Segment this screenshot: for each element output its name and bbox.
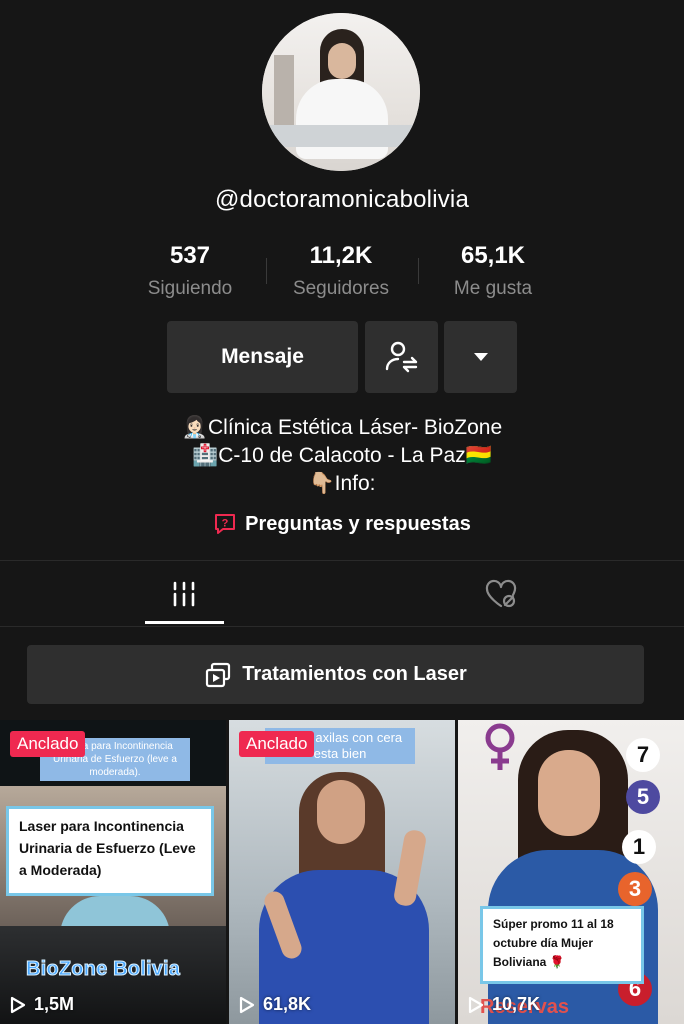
view-count: 61,8K [239, 994, 311, 1015]
view-count-value: 61,8K [263, 994, 312, 1014]
stat-label: Siguiendo [147, 278, 233, 299]
female-symbol-icon [482, 722, 518, 774]
tab-liked[interactable] [330, 562, 672, 626]
view-count-value: 1,5M [34, 994, 75, 1014]
profile-avatar[interactable] [262, 13, 420, 171]
person-swap-icon [385, 341, 417, 373]
bio: 👩🏻‍⚕️Clínica Estética Láser- BioZone 🏥C-… [0, 414, 684, 498]
view-count: 1,5M [10, 994, 74, 1015]
active-tab-indicator [145, 621, 224, 624]
stat-likes[interactable]: 65,1K Me gusta [418, 242, 568, 300]
video-thumbnail[interactable]: se las axilas con cera esta bien Anclado… [229, 720, 455, 1024]
liked-hidden-icon [485, 579, 517, 608]
video-brand-text: BioZone Bolivia [25, 958, 181, 981]
bio-emoji: 🏥 [192, 444, 219, 467]
more-options-button[interactable] [444, 321, 517, 393]
stat-value: 65,1K [460, 242, 526, 269]
stat-following[interactable]: 537 Siguiendo [115, 242, 265, 300]
tab-videos[interactable] [13, 562, 355, 626]
bio-line: 🏥C-10 de Calacoto - La Paz🇧🇴 [0, 442, 684, 470]
username: @doctoramonicabolivia [214, 186, 470, 213]
svg-text:?: ? [222, 518, 229, 530]
view-count: 10,7K [468, 994, 540, 1015]
stat-label: Me gusta [453, 278, 533, 299]
divider [0, 626, 684, 627]
pinned-badge: Anclado [239, 731, 315, 757]
question-bubble-icon: ? [215, 514, 236, 534]
caret-down-icon [473, 353, 488, 361]
number-badge: 3 [618, 872, 652, 906]
follow-toggle-button[interactable] [365, 321, 438, 393]
message-button[interactable]: Mensaje [167, 321, 358, 393]
video-thumbnail[interactable]: Fotona para Incontinencia Urinaria de Es… [0, 720, 226, 1024]
bio-text: Clínica Estética Láser- BioZone [208, 416, 503, 439]
stat-followers[interactable]: 11,2K Seguidores [266, 242, 416, 300]
number-badge: 5 [626, 780, 660, 814]
bio-line: 👩🏻‍⚕️Clínica Estética Láser- BioZone [0, 414, 684, 442]
playlist-label: Tratamientos con Laser [242, 663, 467, 685]
play-icon [10, 996, 26, 1013]
playlist-icon [206, 662, 231, 687]
stat-value: 537 [169, 242, 211, 269]
bio-line: 👇🏼Info: [0, 470, 684, 498]
play-icon [468, 996, 484, 1013]
stat-value: 11,2K [309, 242, 373, 269]
play-icon [239, 996, 255, 1013]
pinned-badge: Anclado [10, 731, 86, 757]
playlist-button[interactable]: Tratamientos con Laser [27, 645, 644, 704]
number-badge: 7 [626, 738, 660, 772]
stat-label: Seguidores [292, 278, 390, 299]
video-thumbnail[interactable]: 7 5 1 3 6 Súper promo 11 al 18 octubre d… [458, 720, 684, 1024]
video-overlay-card: Laser para Incontinencia Urinaria de Esf… [6, 806, 214, 896]
video-grid: Fotona para Incontinencia Urinaria de Es… [0, 720, 684, 1024]
divider [0, 560, 684, 561]
view-count-value: 10,7K [492, 994, 541, 1014]
bio-emoji: 👇🏼 [308, 472, 335, 495]
grid-icon [173, 581, 195, 607]
bio-emoji: 👩🏻‍⚕️ [181, 416, 208, 439]
number-badge: 1 [622, 830, 656, 864]
qa-link[interactable]: ? Preguntas y respuestas [0, 512, 684, 536]
video-overlay-card: Súper promo 11 al 18 octubre día Mujer B… [480, 906, 644, 984]
profile-stats: 537 Siguiendo 11,2K Seguidores 65,1K Me … [0, 242, 684, 302]
qa-label: Preguntas y respuestas [245, 512, 471, 535]
bio-text: C-10 de Calacoto - La Paz🇧🇴 [218, 444, 492, 467]
bio-text: Info: [334, 472, 376, 495]
profile-tabs [0, 562, 684, 626]
